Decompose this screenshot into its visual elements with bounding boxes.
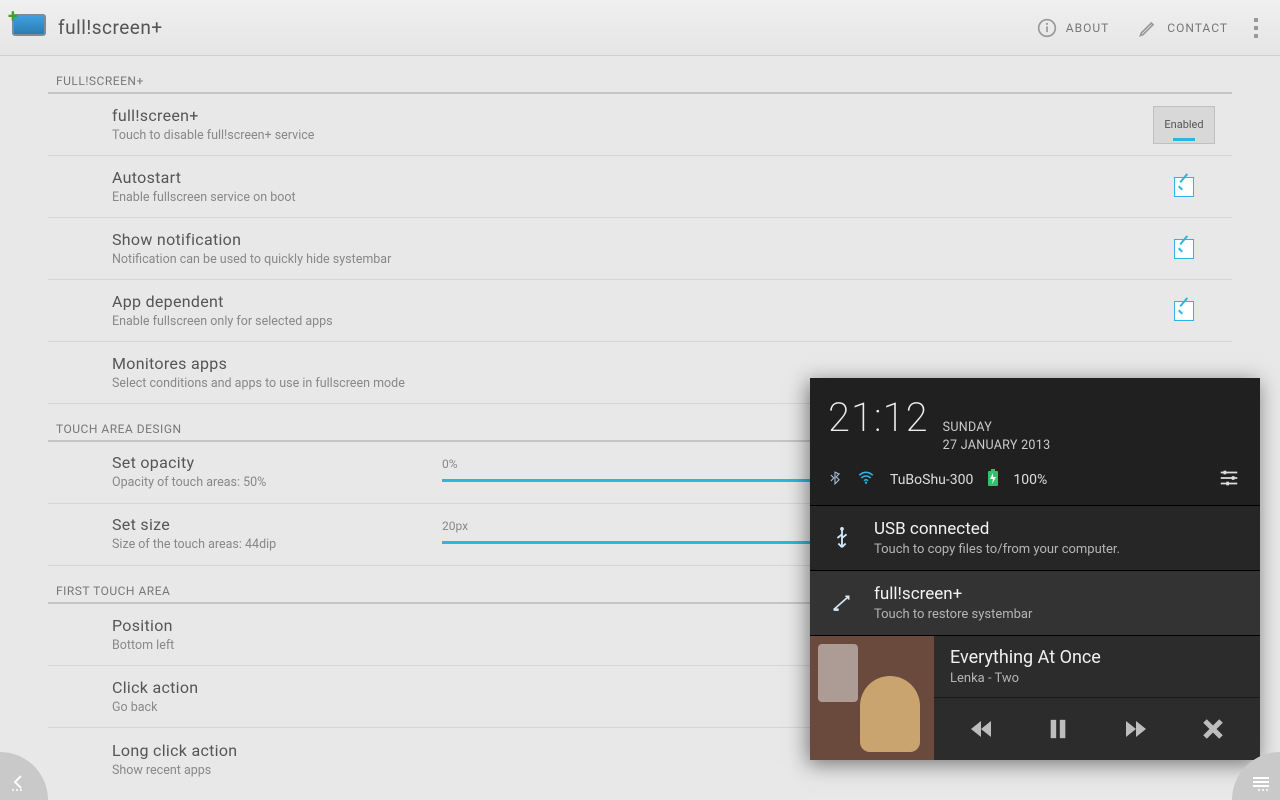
app-title: full!screen+	[58, 16, 163, 39]
row-subtitle: Notification can be used to quickly hide…	[112, 252, 1144, 267]
show-notification-checkbox[interactable]	[1174, 239, 1194, 259]
section-header-fullscreen: FULL!SCREEN+	[48, 56, 1232, 94]
row-subtitle: Enable fullscreen only for selected apps	[112, 314, 1144, 329]
date-label: 27 JANUARY 2013	[943, 437, 1051, 455]
enabled-toggle[interactable]: Enabled	[1153, 106, 1215, 144]
music-prev-button[interactable]	[961, 709, 1001, 749]
app-dependent-checkbox[interactable]	[1174, 301, 1194, 321]
day-date: SUNDAY 27 JANUARY 2013	[943, 419, 1051, 455]
pencil-icon	[1137, 17, 1159, 39]
notification-fullscreen[interactable]: full!screen+ Touch to restore systembar	[810, 570, 1260, 635]
music-close-button[interactable]	[1193, 709, 1233, 749]
notification-shade: 21:12 SUNDAY 27 JANUARY 2013 TuBoShu-300…	[810, 378, 1260, 760]
row-show-notification[interactable]: Show notification Notification can be us…	[48, 218, 1232, 280]
quicksettings-icon[interactable]	[1216, 467, 1242, 493]
contact-label: CONTACT	[1167, 21, 1228, 35]
notification-subtitle: Touch to copy files to/from your compute…	[874, 542, 1120, 557]
row-title: Set size	[112, 515, 442, 534]
battery-charging-icon	[987, 469, 999, 491]
row-enable-service[interactable]: full!screen+ Touch to disable full!scree…	[48, 94, 1232, 156]
row-subtitle: Touch to disable full!screen+ service	[112, 128, 1144, 143]
notification-title: full!screen+	[874, 584, 1032, 604]
row-subtitle: Opacity of touch areas: 50%	[112, 475, 442, 490]
info-icon	[1036, 17, 1058, 39]
row-title: Set opacity	[112, 453, 442, 472]
row-autostart[interactable]: Autostart Enable fullscreen service on b…	[48, 156, 1232, 218]
enabled-toggle-label: Enabled	[1164, 118, 1203, 131]
row-title: Monitores apps	[112, 354, 1224, 373]
battery-percent: 100%	[1013, 472, 1047, 488]
about-button[interactable]: ABOUT	[1022, 9, 1124, 47]
row-subtitle: Enable fullscreen service on boot	[112, 190, 1144, 205]
row-title: full!screen+	[112, 106, 1144, 125]
about-label: ABOUT	[1066, 21, 1110, 35]
notification-usb[interactable]: USB connected Touch to copy files to/fro…	[810, 505, 1260, 570]
music-pause-button[interactable]	[1038, 709, 1078, 749]
bluetooth-icon	[828, 469, 842, 491]
notification-title: USB connected	[874, 519, 1120, 539]
day-label: SUNDAY	[943, 419, 1051, 437]
row-title: Autostart	[112, 168, 1144, 187]
wifi-icon	[856, 470, 876, 490]
usb-icon	[828, 524, 856, 552]
app-icon: +	[6, 6, 50, 50]
row-app-dependent[interactable]: App dependent Enable fullscreen only for…	[48, 280, 1232, 342]
overflow-menu-button[interactable]	[1242, 10, 1270, 46]
row-title: Show notification	[112, 230, 1144, 249]
wifi-ssid: TuBoShu-300	[890, 472, 973, 488]
contact-button[interactable]: CONTACT	[1123, 9, 1242, 47]
notification-subtitle: Touch to restore systembar	[874, 607, 1032, 622]
clock: 21:12	[828, 394, 929, 441]
row-subtitle: Show recent apps	[112, 763, 1224, 778]
album-art	[810, 636, 934, 760]
fullscreen-icon	[828, 589, 856, 617]
music-artist: Lenka - Two	[950, 671, 1244, 686]
autostart-checkbox[interactable]	[1174, 177, 1194, 197]
music-notification[interactable]: Everything At Once Lenka - Two	[810, 635, 1260, 760]
music-title: Everything At Once	[950, 647, 1244, 668]
row-title: App dependent	[112, 292, 1144, 311]
music-next-button[interactable]	[1116, 709, 1156, 749]
shade-header: 21:12 SUNDAY 27 JANUARY 2013 TuBoShu-300…	[810, 378, 1260, 505]
action-bar: + full!screen+ ABOUT CONTACT	[0, 0, 1280, 56]
row-subtitle: Size of the touch areas: 44dip	[112, 537, 442, 552]
